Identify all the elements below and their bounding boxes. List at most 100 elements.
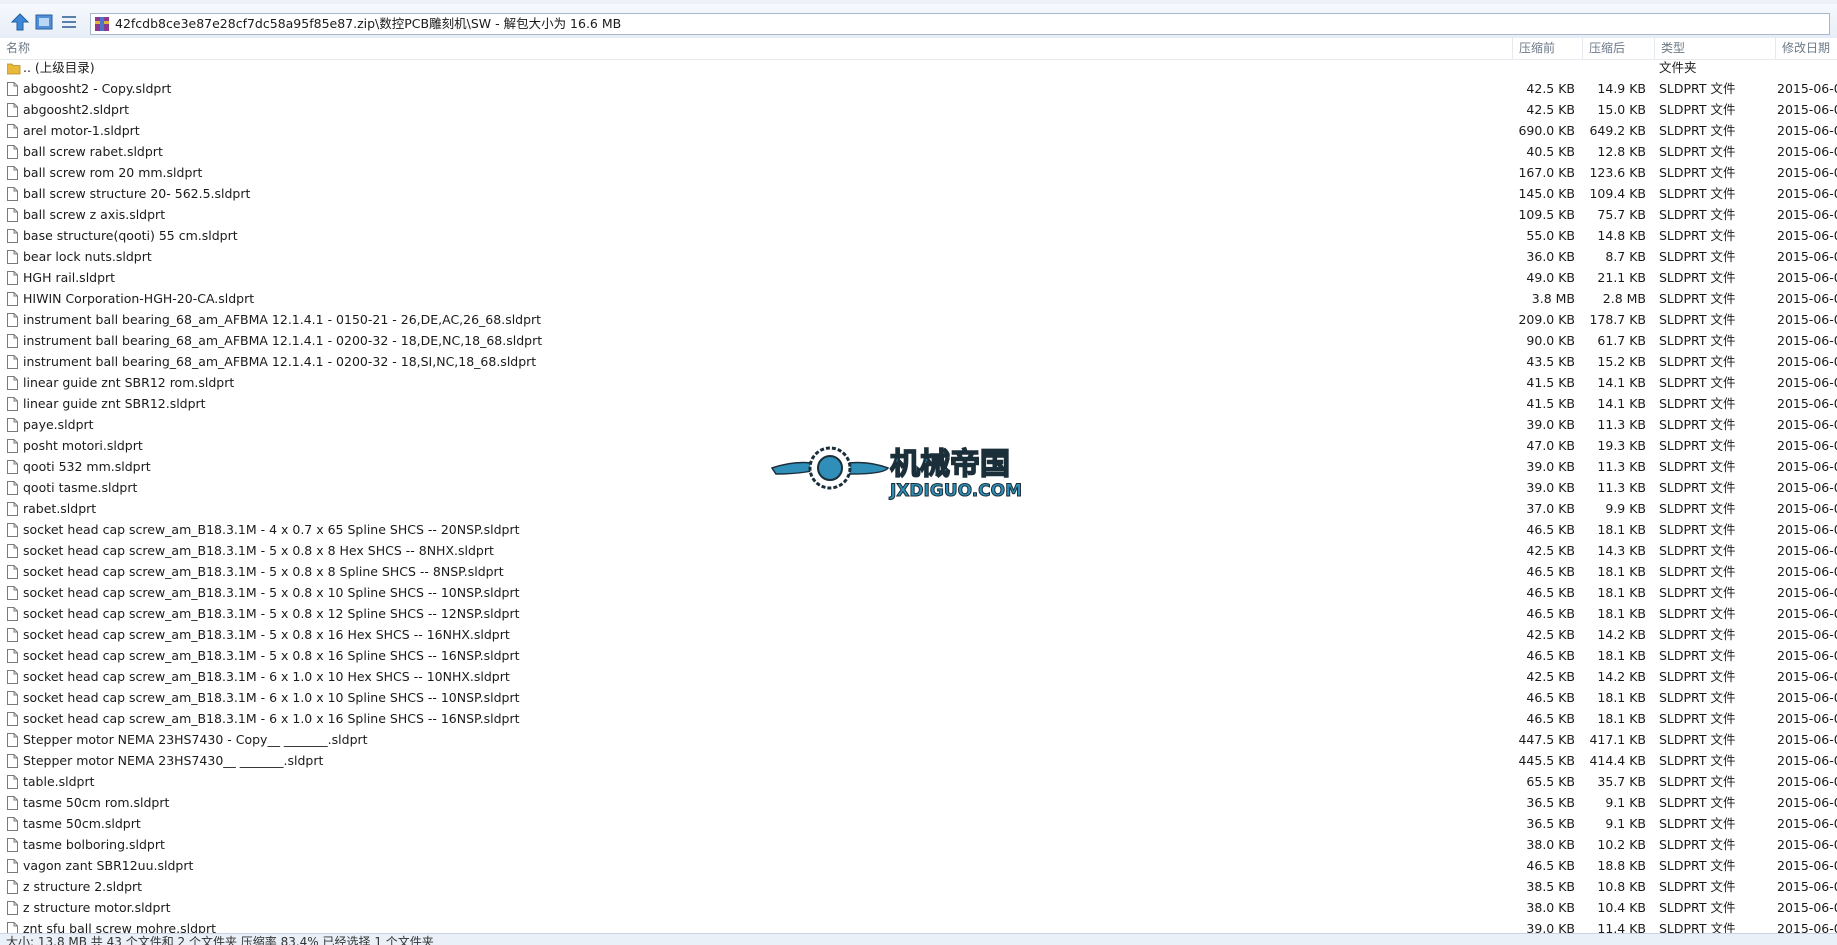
file-packed-size: 38.0 KB: [1526, 837, 1575, 852]
file-name: socket head cap screw_am_B18.3.1M - 4 x …: [23, 522, 520, 537]
file-row[interactable]: tasme bolboring.sldprt 38.0 KB 10.2 KB SLDP…: [0, 834, 1837, 855]
file-icon: [7, 333, 18, 348]
file-row[interactable]: bear lock nuts.sldprt 36.0 KB 8.7 KB SLDPRT…: [0, 246, 1837, 267]
file-row[interactable]: socket head cap screw_am_B18.3.1M - 6 x …: [0, 687, 1837, 708]
file-type: SLDPRT 文件: [1659, 291, 1736, 306]
file-row[interactable]: abgoosht2.sldprt 42.5 KB 15.0 KB SLDPRT 文件 2…: [0, 99, 1837, 120]
file-row[interactable]: base structure(qooti) 55 cm.sldprt 55.0 K…: [0, 225, 1837, 246]
file-unpacked-size: 14.9 KB: [1597, 81, 1646, 96]
parent-folder-row[interactable]: .. (上级目录) 文件夹: [0, 57, 1837, 78]
list-view-icon[interactable]: [59, 12, 79, 32]
file-row[interactable]: HIWIN Corporation-HGH-20-CA.sldprt 3.8 MB…: [0, 288, 1837, 309]
file-unpacked-size: 10.2 KB: [1597, 837, 1646, 852]
file-row[interactable]: paye.sldprt 39.0 KB 11.3 KB SLDPRT 文件 2015-0…: [0, 414, 1837, 435]
file-row[interactable]: znt sfu ball screw mohre.sldprt 39.0 KB 11…: [0, 918, 1837, 933]
file-row[interactable]: ball screw structure 20- 562.5.sldprt 145…: [0, 183, 1837, 204]
file-name: base structure(qooti) 55 cm.sldprt: [23, 228, 238, 243]
file-row[interactable]: socket head cap screw_am_B18.3.1M - 5 x …: [0, 624, 1837, 645]
file-row[interactable]: socket head cap screw_am_B18.3.1M - 6 x …: [0, 666, 1837, 687]
file-packed-size: 209.0 KB: [1518, 312, 1575, 327]
file-row[interactable]: socket head cap screw_am_B18.3.1M - 5 x …: [0, 540, 1837, 561]
file-row[interactable]: z structure motor.sldprt 38.0 KB 10.4 KB SL…: [0, 897, 1837, 918]
address-bar[interactable]: 42fcdb8ce3e87e28cf7dc58a95f85e87.zip\数控P…: [90, 13, 1830, 35]
file-date: 2015-06-0: [1777, 375, 1837, 390]
file-row[interactable]: arel motor-1.sldprt 690.0 KB 649.2 KB SLDPR…: [0, 120, 1837, 141]
file-packed-size: 42.5 KB: [1526, 102, 1575, 117]
file-name: socket head cap screw_am_B18.3.1M - 5 x …: [23, 606, 520, 621]
file-name: socket head cap screw_am_B18.3.1M - 5 x …: [23, 543, 494, 558]
file-type: SLDPRT 文件: [1659, 837, 1736, 852]
file-row[interactable]: tasme 50cm rom.sldprt 36.5 KB 9.1 KB SLDPRT…: [0, 792, 1837, 813]
file-row[interactable]: abgoosht2 - Copy.sldprt 42.5 KB 14.9 KB SLD…: [0, 78, 1837, 99]
file-row[interactable]: Stepper motor NEMA 23HS7430__ _______.sl…: [0, 750, 1837, 771]
file-icon: [7, 270, 18, 285]
file-row[interactable]: z structure 2.sldprt 38.5 KB 10.8 KB SLDPRT…: [0, 876, 1837, 897]
file-date: 2015-06-0: [1777, 522, 1837, 537]
file-row[interactable]: vagon zant SBR12uu.sldprt 46.5 KB 18.8 KB S…: [0, 855, 1837, 876]
file-row[interactable]: instrument ball bearing_68_am_AFBMA 12.1…: [0, 330, 1837, 351]
file-row[interactable]: tasme 50cm.sldprt 36.5 KB 9.1 KB SLDPRT 文件 2…: [0, 813, 1837, 834]
file-name: z structure motor.sldprt: [23, 900, 171, 915]
file-unpacked-size: 11.4 KB: [1597, 921, 1646, 933]
file-row[interactable]: ball screw rom 20 mm.sldprt 167.0 KB 123.6…: [0, 162, 1837, 183]
column-unpacked-size[interactable]: 压缩后: [1583, 38, 1655, 59]
file-name: qooti 532 mm.sldprt: [23, 459, 151, 474]
file-row[interactable]: HGH rail.sldprt 49.0 KB 21.1 KB SLDPRT 文件 20…: [0, 267, 1837, 288]
file-unpacked-size: 14.2 KB: [1597, 627, 1646, 642]
file-row[interactable]: Stepper motor NEMA 23HS7430 - Copy__ ___…: [0, 729, 1837, 750]
file-row[interactable]: instrument ball bearing_68_am_AFBMA 12.1…: [0, 309, 1837, 330]
file-type: SLDPRT 文件: [1659, 648, 1736, 663]
file-type: SLDPRT 文件: [1659, 564, 1736, 579]
file-type: SLDPRT 文件: [1659, 627, 1736, 642]
column-date[interactable]: 修改日期: [1776, 38, 1837, 59]
column-packed-size[interactable]: 压缩前: [1513, 38, 1583, 59]
file-unpacked-size: 10.4 KB: [1597, 900, 1646, 915]
file-row[interactable]: ball screw z axis.sldprt 109.5 KB 75.7 KB S…: [0, 204, 1837, 225]
file-packed-size: 43.5 KB: [1526, 354, 1575, 369]
view-icon[interactable]: [34, 12, 54, 32]
file-type: SLDPRT 文件: [1659, 669, 1736, 684]
file-unpacked-size: 9.1 KB: [1605, 795, 1646, 810]
file-type: SLDPRT 文件: [1659, 480, 1736, 495]
file-packed-size: 39.0 KB: [1526, 459, 1575, 474]
file-row[interactable]: ball screw rabet.sldprt 40.5 KB 12.8 KB SLD…: [0, 141, 1837, 162]
file-name: ball screw structure 20- 562.5.sldprt: [23, 186, 251, 201]
file-type: SLDPRT 文件: [1659, 543, 1736, 558]
file-row[interactable]: table.sldprt 65.5 KB 35.7 KB SLDPRT 文件 2015-…: [0, 771, 1837, 792]
column-name[interactable]: 名称: [0, 38, 1513, 59]
file-packed-size: 36.5 KB: [1526, 816, 1575, 831]
file-type: SLDPRT 文件: [1659, 333, 1736, 348]
file-name: arel motor-1.sldprt: [23, 123, 140, 138]
file-icon: [7, 102, 18, 117]
file-packed-size: 37.0 KB: [1526, 501, 1575, 516]
file-row[interactable]: socket head cap screw_am_B18.3.1M - 5 x …: [0, 582, 1837, 603]
file-row[interactable]: socket head cap screw_am_B18.3.1M - 5 x …: [0, 645, 1837, 666]
file-date: 2015-06-0: [1777, 564, 1837, 579]
file-row[interactable]: instrument ball bearing_68_am_AFBMA 12.1…: [0, 351, 1837, 372]
file-name: instrument ball bearing_68_am_AFBMA 12.1…: [23, 354, 537, 369]
file-row[interactable]: linear guide znt SBR12.sldprt 41.5 KB 14.1…: [0, 393, 1837, 414]
file-row[interactable]: socket head cap screw_am_B18.3.1M - 4 x …: [0, 519, 1837, 540]
file-packed-size: 55.0 KB: [1526, 228, 1575, 243]
file-name: linear guide znt SBR12.sldprt: [23, 396, 206, 411]
file-name: znt sfu ball screw mohre.sldprt: [23, 921, 216, 933]
file-date: 2015-06-0: [1777, 732, 1837, 747]
file-type: SLDPRT 文件: [1659, 354, 1736, 369]
file-date: 2015-06-0: [1777, 690, 1837, 705]
file-icon: [7, 354, 18, 369]
file-type: SLDPRT 文件: [1659, 270, 1736, 285]
file-type: SLDPRT 文件: [1659, 312, 1736, 327]
file-type: SLDPRT 文件: [1659, 186, 1736, 201]
up-arrow-icon[interactable]: [10, 12, 30, 32]
file-type: SLDPRT 文件: [1659, 81, 1736, 96]
file-unpacked-size: 414.4 KB: [1589, 753, 1646, 768]
file-unpacked-size: 19.3 KB: [1597, 438, 1646, 453]
file-row[interactable]: linear guide znt SBR12 rom.sldprt 41.5 KB…: [0, 372, 1837, 393]
file-packed-size: 109.5 KB: [1518, 207, 1575, 222]
column-type[interactable]: 类型: [1655, 38, 1776, 59]
file-row[interactable]: socket head cap screw_am_B18.3.1M - 5 x …: [0, 603, 1837, 624]
file-name: tasme 50cm rom.sldprt: [23, 795, 170, 810]
watermark-cn-text: 机械帝国: [890, 447, 1010, 482]
file-row[interactable]: socket head cap screw_am_B18.3.1M - 6 x …: [0, 708, 1837, 729]
file-row[interactable]: socket head cap screw_am_B18.3.1M - 5 x …: [0, 561, 1837, 582]
